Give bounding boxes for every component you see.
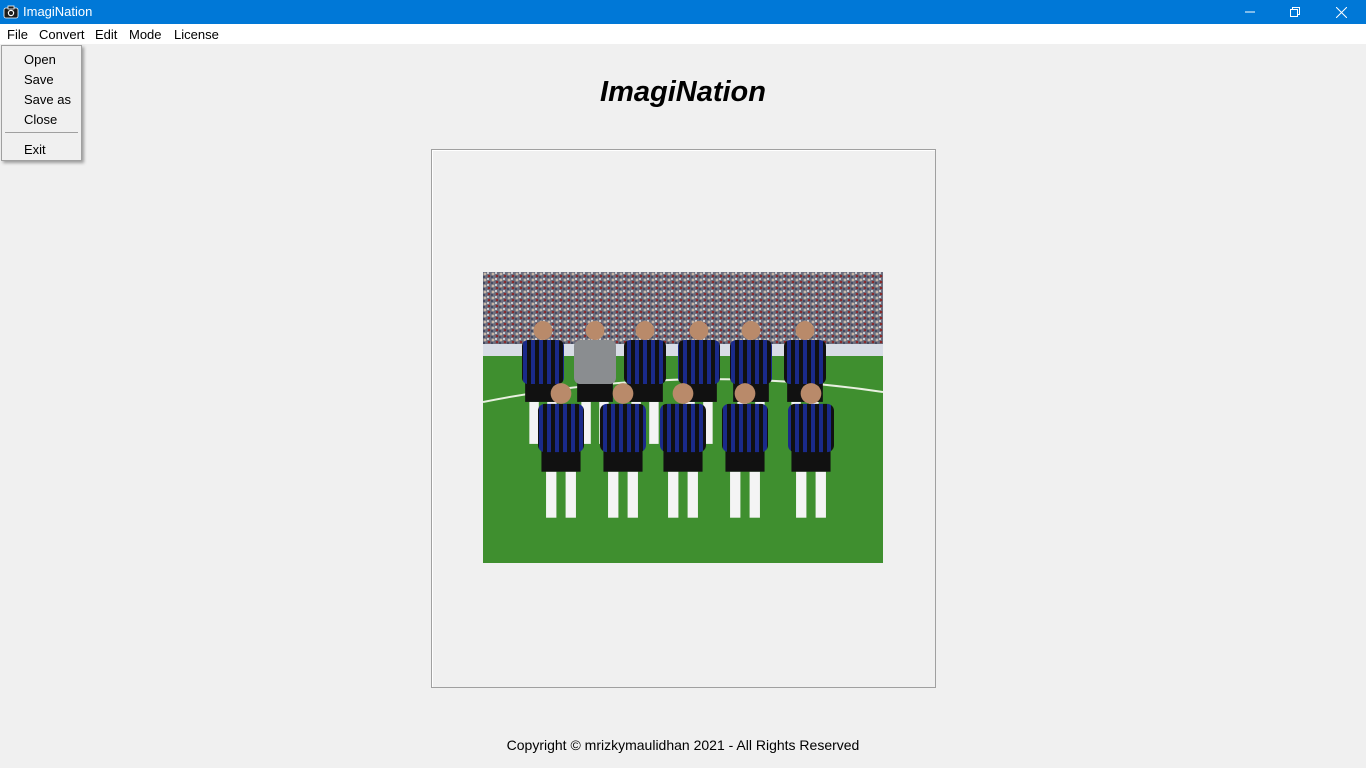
player-figure: [577, 383, 613, 402]
player-figure: [741, 321, 761, 340]
player-figure: [627, 471, 638, 518]
player-figure: [791, 451, 831, 472]
player-figure: [624, 339, 666, 385]
restore-button[interactable]: [1272, 0, 1318, 24]
player-figure: [672, 383, 694, 404]
menu-mode[interactable]: Mode: [129, 27, 162, 42]
camera-icon: [3, 4, 19, 20]
menu-item-exit[interactable]: Exit: [24, 142, 46, 157]
player-figure: [585, 321, 605, 340]
player-figure: [788, 403, 834, 453]
player-figure: [612, 383, 634, 404]
minimize-icon: [1245, 7, 1255, 17]
menu-edit[interactable]: Edit: [95, 27, 117, 42]
player-figure: [749, 471, 760, 518]
player-figure: [635, 321, 655, 340]
menu-bar: File Convert Edit Mode License: [0, 24, 1366, 44]
file-menu-dropdown: Open Save Save as Close Exit: [1, 45, 82, 161]
player-figure: [687, 471, 698, 518]
player-figure: [574, 339, 616, 385]
player-figure: [603, 451, 643, 472]
player-figure: [784, 339, 826, 385]
player-figure: [730, 339, 772, 385]
menu-item-close[interactable]: Close: [24, 112, 57, 127]
player-figure: [722, 403, 768, 453]
player-figure: [668, 471, 679, 518]
player-figure: [565, 471, 576, 518]
menu-separator: [5, 132, 78, 133]
player-figure: [663, 451, 703, 472]
player-figure: [660, 403, 706, 453]
player-figure: [538, 403, 584, 453]
player-figure: [734, 383, 756, 404]
menu-item-save-as[interactable]: Save as: [24, 92, 71, 107]
player-figure: [815, 471, 826, 518]
player-figure: [796, 471, 807, 518]
player-figure: [546, 471, 557, 518]
player-figure: [600, 403, 646, 453]
player-figure: [533, 321, 553, 340]
close-button[interactable]: [1318, 0, 1364, 24]
restore-icon: [1290, 7, 1300, 17]
player-figure: [725, 451, 765, 472]
page-title: ImagiNation: [600, 76, 766, 108]
player-figure: [608, 471, 619, 518]
menu-file[interactable]: File: [7, 27, 28, 42]
player-figure: [529, 401, 539, 444]
menu-item-save[interactable]: Save: [24, 72, 54, 87]
window-title: ImagiNation: [23, 4, 93, 19]
close-icon: [1335, 6, 1347, 18]
player-figure: [522, 339, 564, 385]
player-figure: [550, 383, 572, 404]
menu-convert[interactable]: Convert: [39, 27, 85, 42]
player-figure: [795, 321, 815, 340]
copyright-footer: Copyright © mrizkymaulidhan 2021 - All R…: [506, 737, 860, 753]
player-figure: [689, 321, 709, 340]
loaded-image: [483, 272, 883, 563]
player-figure: [678, 339, 720, 385]
menu-license[interactable]: License: [174, 27, 219, 42]
title-bar: ImagiNation: [0, 0, 1366, 24]
minimize-button[interactable]: [1227, 0, 1273, 24]
player-figure: [649, 401, 659, 444]
player-figure: [730, 471, 741, 518]
player-figure: [541, 451, 581, 472]
menu-item-open[interactable]: Open: [24, 52, 56, 67]
player-figure: [800, 383, 822, 404]
